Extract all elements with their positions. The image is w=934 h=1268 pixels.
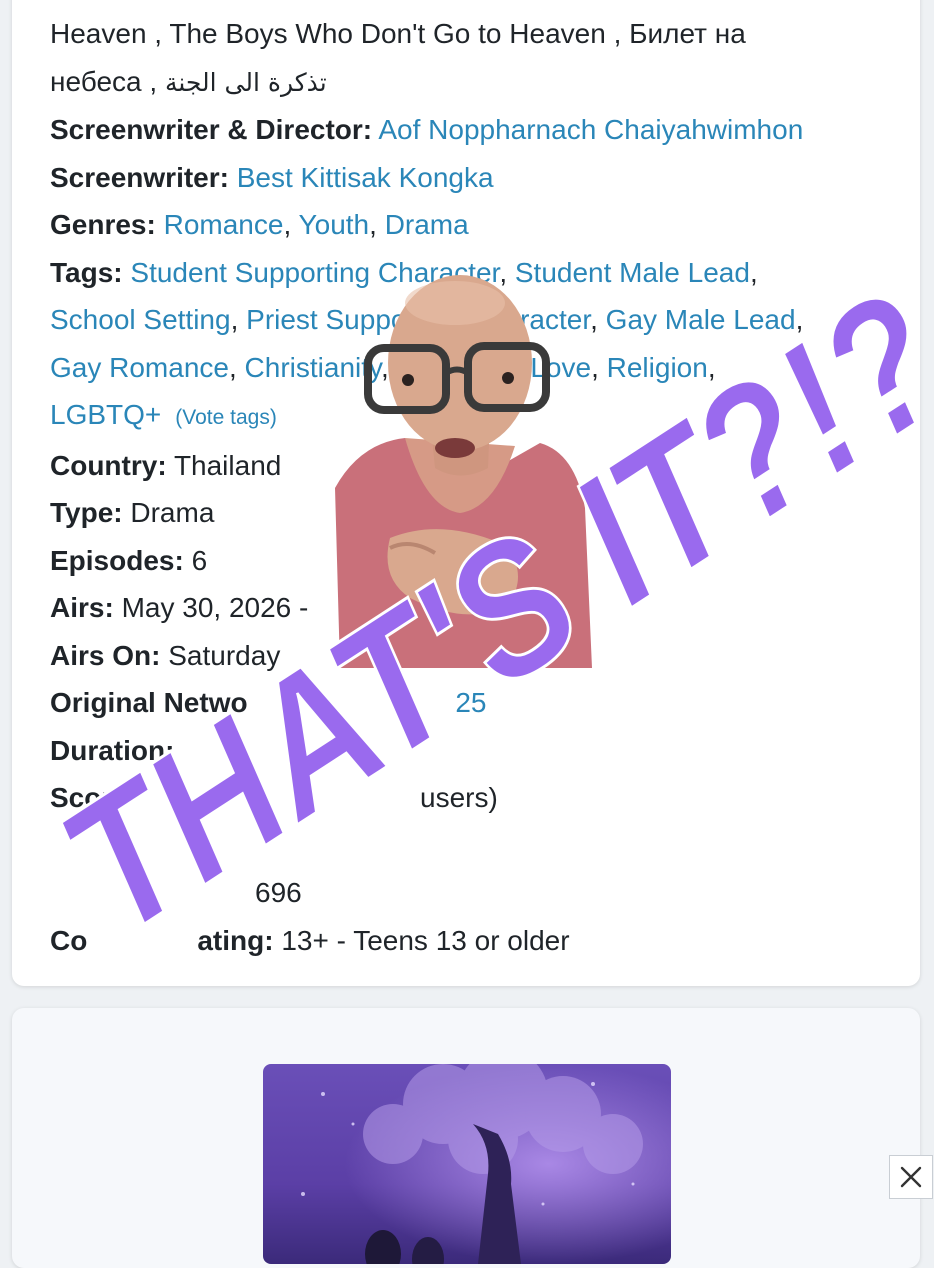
country-label: Country: bbox=[50, 449, 167, 481]
screenwriter-link[interactable]: Best Kittisak Kongka bbox=[237, 162, 494, 193]
score-label: Scor bbox=[50, 782, 113, 813]
content-rating-value: 13+ - Teens 13 or older bbox=[281, 924, 570, 956]
close-icon bbox=[900, 1166, 922, 1188]
content-rating-label: Co bbox=[50, 924, 88, 956]
episodes-value: 6 bbox=[191, 544, 208, 576]
airs-value: May 30, 2026 - bbox=[121, 592, 309, 623]
tags-label: Tags: bbox=[50, 256, 123, 288]
genre-link[interactable]: Youth bbox=[299, 209, 370, 240]
type-value: Drama bbox=[130, 497, 215, 528]
close-ad-button[interactable] bbox=[889, 1155, 933, 1199]
screenwriter-row: Screenwriter: Best Kittisak Kongka bbox=[50, 154, 900, 202]
content-rating-label-tail: ating: bbox=[197, 924, 274, 956]
person-figure bbox=[335, 275, 592, 668]
screenwriter-director-row: Screenwriter & Director: Aof Noppharnach… bbox=[50, 106, 900, 154]
original-network-link[interactable]: 25 bbox=[455, 687, 486, 718]
alt-title-ar: تذكرة الى الجنة bbox=[164, 67, 327, 97]
screenwriter-director-label: Screenwriter & Director: bbox=[50, 114, 373, 145]
genres-row: Genres: Romance, Youth, Drama bbox=[50, 209, 469, 240]
original-network-label: Original Netwo bbox=[50, 687, 248, 718]
episodes-label: Episodes: bbox=[50, 544, 184, 576]
original-network-row: Original Netwo 25 bbox=[50, 679, 900, 727]
airs-on-label: Airs On: bbox=[50, 639, 161, 671]
airs-on-value: Saturday bbox=[168, 639, 281, 671]
tag-link[interactable]: LGBTQ+ bbox=[50, 399, 161, 430]
tag-link[interactable]: School Setting bbox=[50, 304, 231, 335]
type-label: Type: bbox=[50, 497, 123, 528]
tag-link[interactable]: Gay Romance bbox=[50, 352, 229, 383]
airs-label: Airs: bbox=[50, 592, 114, 623]
score-row: Scor users) bbox=[50, 774, 900, 822]
hidden-row bbox=[50, 822, 900, 870]
content-rating-row: Co ating: 13+ - Teens 13 or older bbox=[50, 917, 900, 965]
duration-row: Duration: bbox=[50, 727, 900, 775]
tag-link[interactable]: Gay Male Lead bbox=[606, 304, 796, 335]
creator-video-overlay bbox=[330, 268, 592, 668]
genre-link[interactable]: Drama bbox=[385, 209, 469, 240]
alt-titles-line1: Heaven , The Boys Who Don't Go to Heaven… bbox=[50, 18, 746, 49]
poster-art bbox=[263, 1064, 671, 1264]
score-value: users) bbox=[420, 782, 498, 813]
screenwriter-director-link[interactable]: Aof Noppharnach Chaiyahwimhon bbox=[378, 114, 803, 145]
vote-tags-link[interactable]: (Vote tags) bbox=[175, 406, 277, 429]
screenwriter-label: Screenwriter: bbox=[50, 161, 229, 193]
drama-poster-image[interactable] bbox=[263, 1064, 671, 1264]
alt-titles-line2: небеса , تذكرة الى الجنة bbox=[50, 58, 900, 107]
genre-link[interactable]: Romance bbox=[164, 209, 284, 240]
tag-link[interactable]: Religion bbox=[607, 352, 708, 383]
country-value: Thailand bbox=[173, 449, 282, 481]
duration-label: Duration: bbox=[50, 734, 175, 766]
partial-value-row: 696 bbox=[50, 869, 900, 917]
genres-label: Genres: bbox=[50, 209, 156, 240]
partial-value: 696 bbox=[255, 877, 302, 908]
alt-title-ru: небеса , bbox=[50, 65, 158, 97]
